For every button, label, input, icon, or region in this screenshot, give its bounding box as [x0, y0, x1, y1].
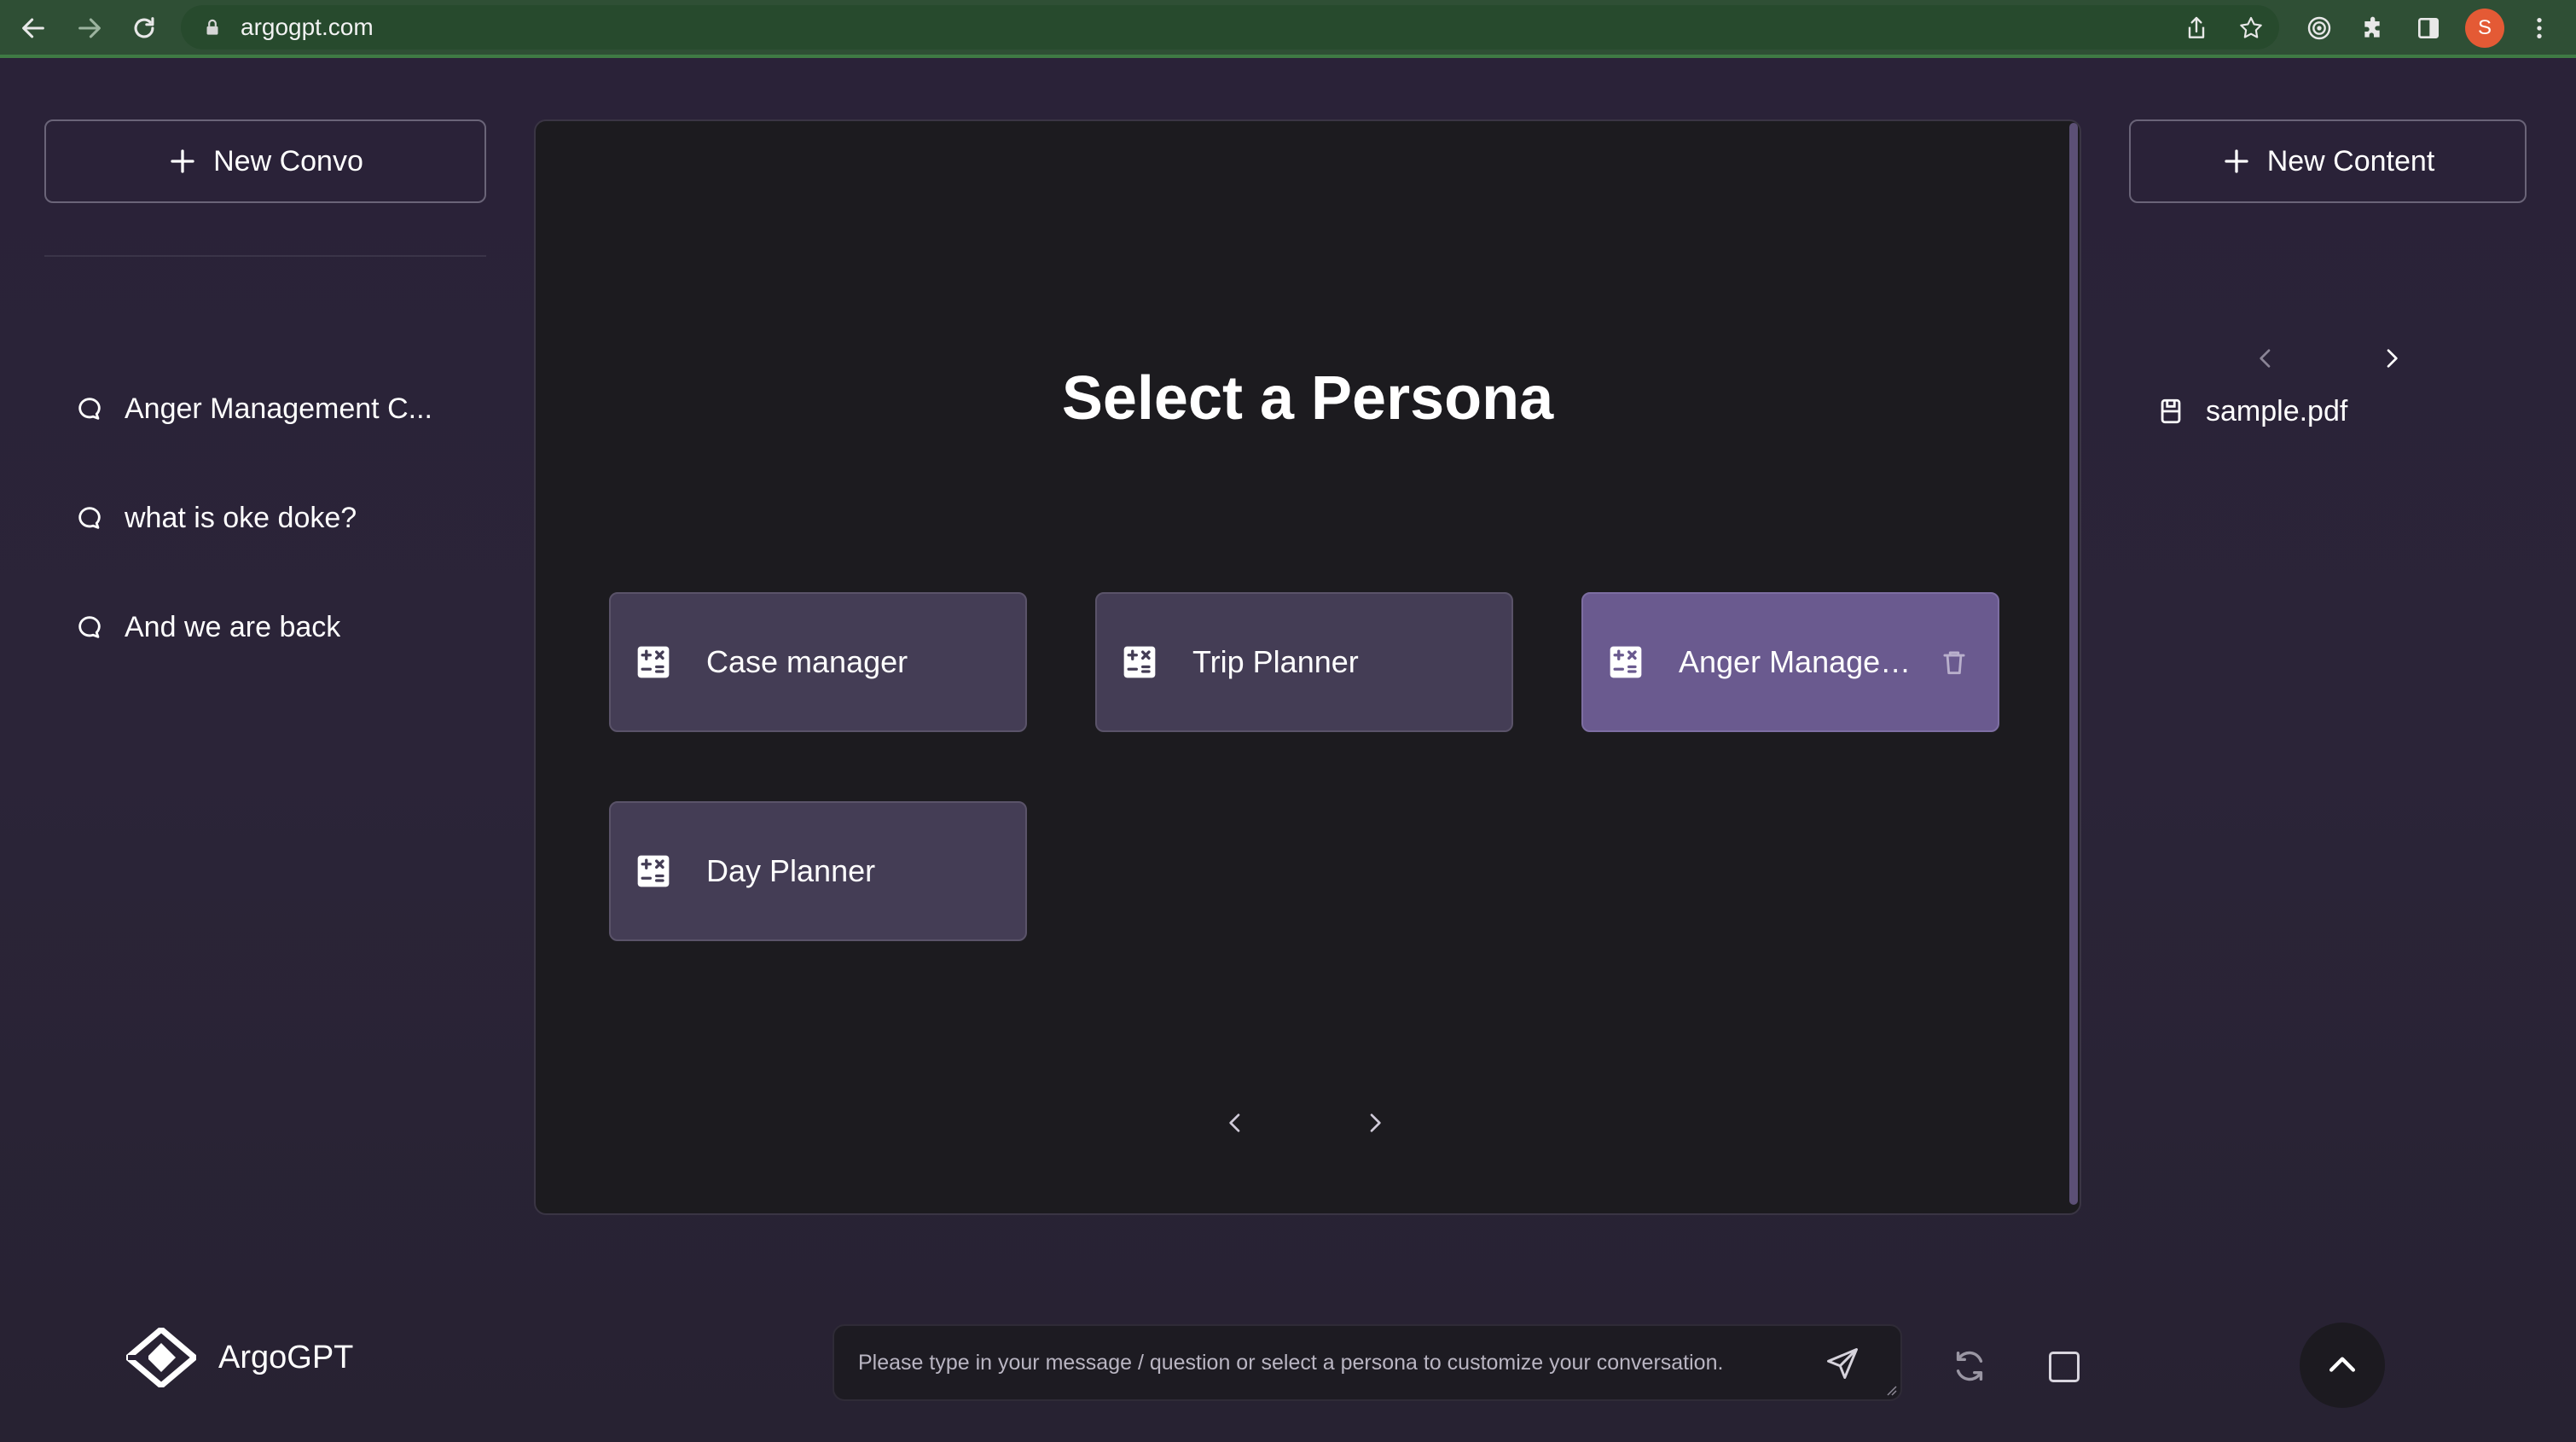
- conversation-label: And we are back: [125, 610, 341, 643]
- arrow-right-icon: [78, 18, 101, 38]
- puzzle-icon: [2364, 16, 2380, 38]
- side-panel-button[interactable]: [2407, 7, 2450, 49]
- url-text: argogpt.com: [241, 14, 374, 40]
- share-button[interactable]: [2175, 7, 2218, 49]
- star-icon: [2240, 16, 2262, 38]
- back-button[interactable]: [12, 7, 55, 49]
- extensions-button[interactable]: [2353, 7, 2395, 49]
- plus-icon: [171, 149, 194, 173]
- content-file-label: sample.pdf: [2206, 394, 2348, 427]
- calculator-icon: [637, 855, 670, 887]
- chat-bubble-icon: [78, 398, 101, 420]
- side-panel-icon: [2418, 18, 2439, 38]
- message-input[interactable]: [851, 1326, 1815, 1399]
- persona-label: Trip Planner: [1192, 644, 1359, 679]
- send-icon[interactable]: [1824, 1345, 1861, 1382]
- new-content-button[interactable]: New Content: [2129, 119, 2527, 203]
- stop-button[interactable]: [2049, 1352, 2080, 1382]
- share-icon: [2188, 16, 2205, 38]
- scroll-to-top-button[interactable]: [2300, 1323, 2385, 1408]
- document-icon: [2161, 398, 2181, 424]
- content-file-item[interactable]: sample.pdf: [2156, 386, 2347, 437]
- reload-icon: [134, 17, 154, 38]
- calculator-icon: [637, 646, 670, 678]
- kebab-menu-icon: [2537, 18, 2542, 38]
- panel-scrollbar[interactable]: [2069, 123, 2078, 1205]
- browser-menu-button[interactable]: [2518, 7, 2561, 49]
- new-convo-button[interactable]: New Convo: [44, 119, 486, 203]
- argo-logo-icon: [126, 1328, 196, 1387]
- brand-name: ArgoGPT: [218, 1339, 354, 1375]
- regenerate-icon[interactable]: [1950, 1346, 1989, 1386]
- chat-bubble-icon: [78, 507, 101, 529]
- persona-label: Day Planner: [706, 853, 876, 888]
- persona-label: Case manager: [706, 644, 908, 679]
- bookmark-button[interactable]: [2230, 7, 2272, 49]
- persona-panel: Select a Persona Case manager Trip Plann…: [534, 119, 2081, 1215]
- forward-button[interactable]: [68, 7, 111, 49]
- reload-button[interactable]: [123, 7, 165, 49]
- conversation-item[interactable]: Anger Management C...: [75, 383, 476, 434]
- lock-icon: [206, 19, 218, 35]
- address-bar[interactable]: argogpt.com: [181, 5, 2279, 49]
- brand-logo[interactable]: ArgoGPT: [126, 1328, 353, 1387]
- conversation-item[interactable]: And we are back: [75, 602, 476, 653]
- new-convo-label: New Convo: [213, 144, 363, 177]
- conversation-label: Anger Management C...: [125, 392, 432, 425]
- chevron-left-icon: [1229, 1113, 1240, 1132]
- persona-card-case-manager[interactable]: Case manager: [609, 592, 1027, 732]
- resize-grip-icon[interactable]: [1885, 1384, 1897, 1396]
- persona-label: Anger Manageme...: [1679, 644, 1935, 679]
- new-content-label: New Content: [2266, 144, 2435, 177]
- conversation-item[interactable]: what is oke doke?: [75, 492, 476, 544]
- content-prev-button[interactable]: [2247, 340, 2284, 377]
- plus-icon: [2225, 149, 2248, 173]
- chat-bubble-icon: [78, 616, 101, 638]
- persona-card-day-planner[interactable]: Day Planner: [609, 801, 1027, 941]
- extension-target-button[interactable]: [2298, 7, 2341, 49]
- content-next-button[interactable]: [2373, 340, 2411, 377]
- target-icon: [2307, 16, 2331, 40]
- conversation-label: what is oke doke?: [125, 501, 357, 534]
- calculator-icon: [1123, 646, 1156, 678]
- chevron-up-icon: [2329, 1357, 2356, 1372]
- persona-prev-button[interactable]: [1216, 1104, 1254, 1142]
- persona-next-button[interactable]: [1356, 1104, 1394, 1142]
- persona-card-anger-management[interactable]: Anger Manageme...: [1581, 592, 1999, 732]
- chevron-right-icon: [1370, 1113, 1381, 1132]
- trash-icon[interactable]: [1938, 646, 1970, 678]
- page-title: Select a Persona: [1061, 364, 1554, 433]
- browser-toolbar: argogpt.com S: [0, 0, 2576, 58]
- chevron-left-icon: [2260, 349, 2271, 368]
- arrow-left-icon: [22, 18, 44, 38]
- calculator-icon: [1610, 646, 1642, 678]
- profile-avatar[interactable]: S: [2465, 9, 2504, 48]
- persona-card-trip-planner[interactable]: Trip Planner: [1095, 592, 1513, 732]
- sidebar-divider: [44, 255, 486, 257]
- message-composer: [833, 1324, 1902, 1401]
- chevron-right-icon: [2387, 349, 2398, 368]
